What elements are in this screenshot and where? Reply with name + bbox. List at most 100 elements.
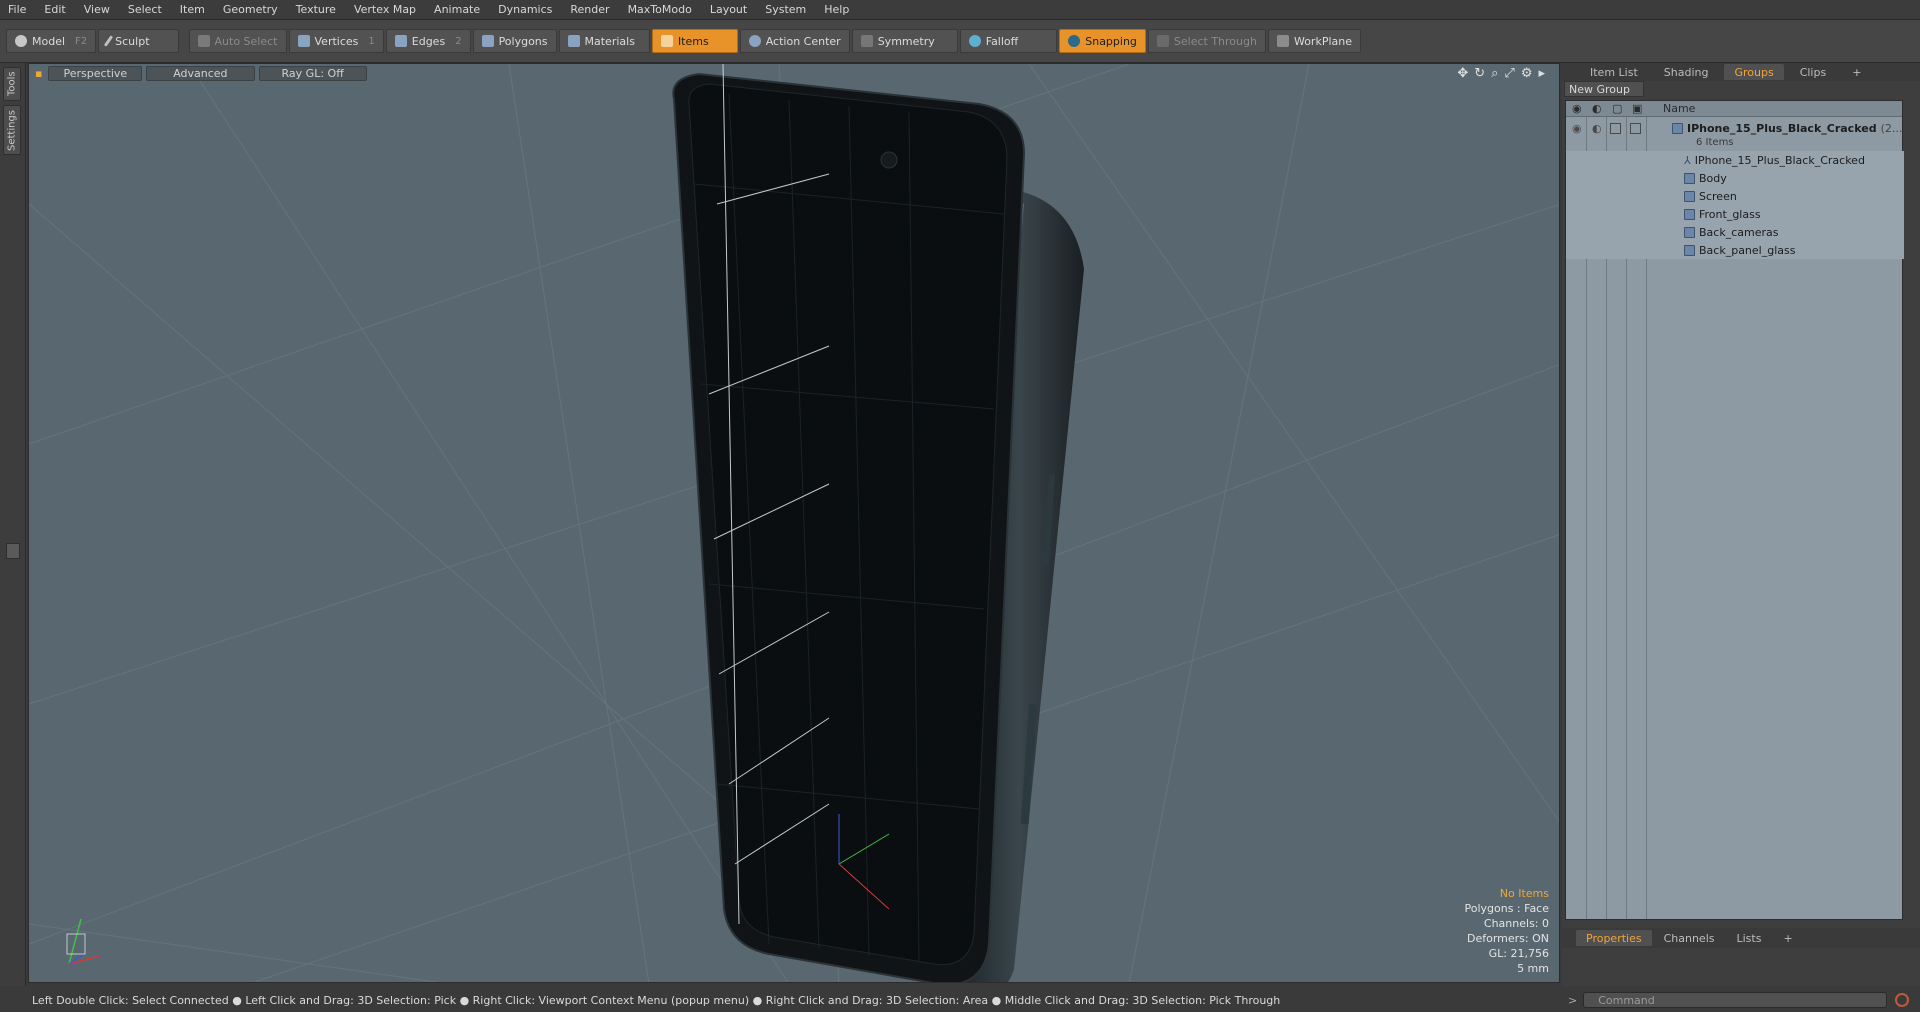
group-child-row[interactable]: Back_panel_glass bbox=[1566, 241, 1904, 259]
vertices-button[interactable]: Vertices 1 bbox=[288, 29, 384, 53]
workplane-label: WorkPlane bbox=[1293, 34, 1352, 48]
select-box[interactable] bbox=[1630, 122, 1641, 134]
eye-icon[interactable]: ◉ bbox=[1572, 122, 1582, 135]
tab-clips[interactable]: Clips bbox=[1790, 64, 1837, 80]
menu-item[interactable]: Item bbox=[180, 3, 205, 16]
falloff-button[interactable]: Falloff bbox=[959, 29, 1058, 53]
menu-select[interactable]: Select bbox=[128, 3, 162, 16]
mesh-icon bbox=[1684, 172, 1695, 184]
new-group-button[interactable]: New Group bbox=[1564, 81, 1644, 97]
command-arrow-icon: > bbox=[1568, 993, 1578, 1007]
locator-icon: ⅄ bbox=[1684, 153, 1691, 167]
right-panel-tabs: Item List Shading Groups Clips + bbox=[1562, 63, 1920, 81]
group-child-row[interactable]: Front_glass bbox=[1566, 205, 1904, 223]
viewport-menu-icon[interactable]: ▪ bbox=[35, 67, 42, 80]
render-icon[interactable]: ◐ bbox=[1592, 122, 1602, 135]
polygons-label: Polygons bbox=[498, 34, 548, 48]
viewport-header: ▪ Perspective Advanced Ray GL: Off bbox=[29, 64, 1559, 82]
menu-render[interactable]: Render bbox=[570, 3, 609, 16]
workplane-icon bbox=[1276, 35, 1289, 47]
viewport-info: No Items Polygons : Face Channels: 0 Def… bbox=[1464, 886, 1549, 976]
tab-channels[interactable]: Channels bbox=[1654, 930, 1725, 946]
menu-texture[interactable]: Texture bbox=[296, 3, 336, 16]
edges-label: Edges bbox=[411, 34, 446, 48]
group-icon bbox=[1672, 122, 1683, 134]
items-button[interactable]: Items bbox=[651, 29, 738, 53]
symmetry-button[interactable]: Symmetry bbox=[851, 29, 958, 53]
group-root-name: IPhone_15_Plus_Black_Cracked bbox=[1687, 121, 1877, 135]
model-key: F2 bbox=[75, 35, 88, 47]
select-through-button[interactable]: Select Through bbox=[1147, 29, 1266, 53]
sculpt-button[interactable]: Sculpt bbox=[98, 29, 179, 53]
vertices-label: Vertices bbox=[314, 34, 359, 48]
command-history-icon[interactable] bbox=[1895, 993, 1910, 1007]
menu-file[interactable]: File bbox=[8, 3, 26, 16]
action-center-button[interactable]: Action Center bbox=[739, 29, 850, 53]
tab-settings[interactable]: Settings bbox=[3, 105, 21, 155]
items-label: Items bbox=[677, 34, 709, 48]
add-tab-icon[interactable]: + bbox=[1842, 64, 1871, 80]
child-name: Front_glass bbox=[1699, 207, 1761, 221]
name-col-header[interactable]: Name bbox=[1663, 102, 1695, 115]
menu-view[interactable]: View bbox=[84, 3, 110, 16]
command-input[interactable]: Command bbox=[1583, 992, 1888, 1008]
auto-select-label: Auto Select bbox=[214, 34, 278, 48]
group-count-row: 6 Items bbox=[1566, 135, 1904, 149]
group-child-row[interactable]: Back_cameras bbox=[1566, 223, 1904, 241]
advanced-button[interactable]: Advanced bbox=[146, 65, 255, 81]
cube-icon bbox=[197, 35, 210, 47]
model-button[interactable]: Model F2 bbox=[6, 29, 97, 53]
menu-system[interactable]: System bbox=[765, 3, 806, 16]
panel-toggle-handle[interactable] bbox=[6, 543, 20, 559]
edges-button[interactable]: Edges 2 bbox=[385, 29, 471, 53]
group-child-row[interactable]: Screen bbox=[1566, 187, 1904, 205]
materials-label: Materials bbox=[584, 34, 635, 48]
select-col-icon[interactable]: ▣ bbox=[1632, 102, 1642, 115]
perspective-button[interactable]: Perspective bbox=[48, 65, 143, 81]
menu-dynamics[interactable]: Dynamics bbox=[498, 3, 552, 16]
tab-shading[interactable]: Shading bbox=[1654, 64, 1719, 80]
menu-layout[interactable]: Layout bbox=[710, 3, 747, 16]
tab-item-list[interactable]: Item List bbox=[1580, 64, 1648, 80]
tab-properties[interactable]: Properties bbox=[1576, 930, 1652, 946]
sculpt-label: Sculpt bbox=[115, 34, 150, 48]
command-bar: > Command bbox=[1562, 988, 1920, 1012]
lock-box[interactable] bbox=[1610, 122, 1621, 134]
polygons-icon bbox=[481, 35, 494, 47]
materials-button[interactable]: Materials bbox=[558, 29, 650, 53]
visibility-col-icon[interactable]: ◉ bbox=[1572, 102, 1582, 115]
menu-help[interactable]: Help bbox=[824, 3, 849, 16]
info-gl: GL: 21,756 bbox=[1488, 947, 1549, 960]
menu-maxtomodo[interactable]: MaxToModo bbox=[628, 3, 692, 16]
status-bar: Left Double Click: Select Connected ● Le… bbox=[0, 988, 1562, 1012]
auto-select-button[interactable]: Auto Select bbox=[188, 29, 287, 53]
3d-viewport[interactable]: ▪ Perspective Advanced Ray GL: Off ✥ ↻ ⌕… bbox=[28, 63, 1560, 983]
crosshair-icon bbox=[748, 35, 761, 47]
group-child-row[interactable]: Body bbox=[1566, 169, 1904, 187]
snapping-button[interactable]: Snapping bbox=[1059, 29, 1146, 53]
menu-animate[interactable]: Animate bbox=[434, 3, 480, 16]
child-name: Back_panel_glass bbox=[1699, 243, 1796, 257]
snapping-label: Snapping bbox=[1085, 34, 1137, 48]
group-root-suffix: (2... bbox=[1880, 121, 1903, 135]
child-name: Back_cameras bbox=[1699, 225, 1779, 239]
items-icon bbox=[660, 35, 673, 47]
tab-tools[interactable]: Tools bbox=[3, 67, 21, 101]
polygons-button[interactable]: Polygons bbox=[472, 29, 557, 53]
add-prop-tab-icon[interactable]: + bbox=[1773, 930, 1802, 946]
tab-groups[interactable]: Groups bbox=[1724, 64, 1784, 80]
menu-vertex-map[interactable]: Vertex Map bbox=[354, 3, 416, 16]
menu-edit[interactable]: Edit bbox=[44, 3, 65, 16]
properties-tabs: Properties Channels Lists + bbox=[1562, 928, 1920, 948]
menu-geometry[interactable]: Geometry bbox=[223, 3, 278, 16]
group-child-row[interactable]: ⅄ IPhone_15_Plus_Black_Cracked bbox=[1566, 151, 1904, 169]
render-col-icon[interactable]: ◐ bbox=[1592, 102, 1602, 115]
group-count: 6 Items bbox=[1696, 136, 1734, 148]
workplane-button[interactable]: WorkPlane bbox=[1267, 29, 1361, 53]
select-through-label: Select Through bbox=[1173, 34, 1257, 48]
vertices-key: 1 bbox=[368, 35, 375, 47]
symmetry-label: Symmetry bbox=[877, 34, 935, 48]
raygl-button[interactable]: Ray GL: Off bbox=[258, 65, 367, 81]
lock-col-icon[interactable]: ▢ bbox=[1612, 102, 1622, 115]
tab-lists[interactable]: Lists bbox=[1727, 930, 1772, 946]
